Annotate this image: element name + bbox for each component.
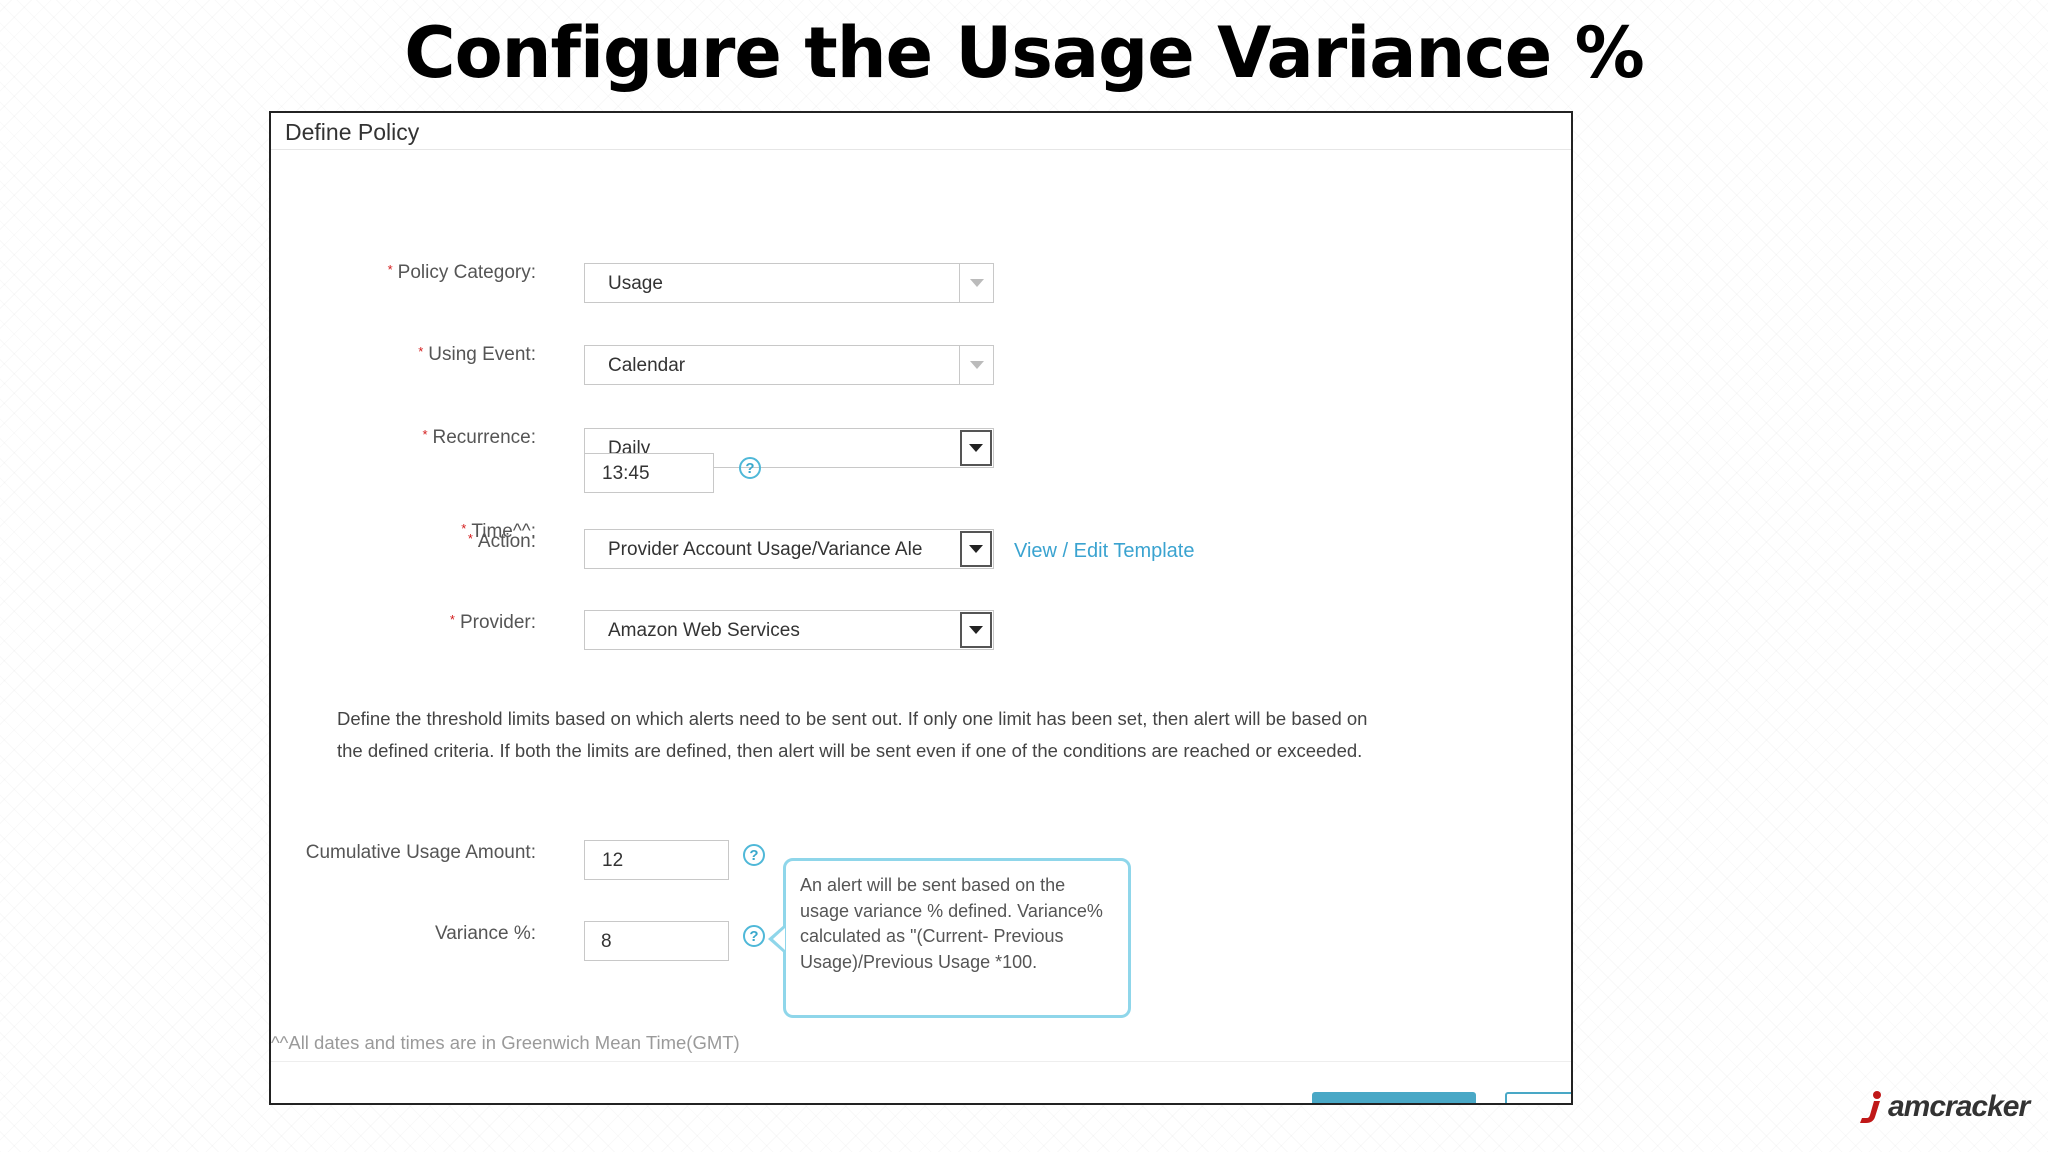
variance-tooltip: An alert will be sent based on the usage… <box>783 858 1131 1018</box>
chevron-down-icon[interactable] <box>960 531 992 567</box>
provider-label: * Provider: <box>449 612 536 633</box>
view-edit-template-link[interactable]: View / Edit Template <box>1014 540 1194 563</box>
using-event-label: * Using Event: <box>418 344 536 365</box>
required-marker: * <box>461 521 467 536</box>
cumulative-usage-label: Cumulative Usage Amount: <box>305 842 536 863</box>
gmt-footnote: ^^All dates and times are in Greenwich M… <box>271 1032 740 1053</box>
define-policy-panel: Define Policy * Policy Category: Usage * U… <box>269 111 1573 1105</box>
action-label: * Action: <box>467 531 536 552</box>
chevron-down-icon[interactable] <box>959 264 993 302</box>
panel-title: Define Policy <box>285 119 420 145</box>
time-input[interactable]: 13:45 <box>584 453 714 493</box>
cancel-button[interactable] <box>1505 1092 1571 1103</box>
cumulative-usage-input[interactable]: 12 <box>584 840 729 880</box>
panel-header: Define Policy <box>271 113 1571 150</box>
help-icon[interactable]: ? <box>743 925 765 947</box>
variance-label: Variance %: <box>434 923 536 944</box>
required-marker: * <box>422 427 428 442</box>
required-marker: * <box>387 262 393 277</box>
required-marker: * <box>467 531 473 546</box>
help-icon[interactable]: ? <box>743 844 765 866</box>
provider-value: Amazon Web Services <box>608 620 800 641</box>
help-icon[interactable]: ? <box>739 457 761 479</box>
policy-category-select[interactable]: Usage <box>584 263 994 303</box>
footer-divider <box>271 1061 1571 1062</box>
save-button[interactable] <box>1312 1092 1476 1103</box>
slide-title: Configure the Usage Variance % <box>404 12 1645 94</box>
chevron-down-icon[interactable] <box>959 346 993 384</box>
chevron-down-icon[interactable] <box>960 430 992 466</box>
action-value: Provider Account Usage/Variance Ale <box>608 539 923 560</box>
variance-input[interactable]: 8 <box>584 921 729 961</box>
tooltip-arrow-inner <box>773 928 785 950</box>
required-marker: * <box>418 344 424 359</box>
jamcracker-logo-icon <box>1860 1091 1881 1123</box>
using-event-value: Calendar <box>608 355 686 376</box>
logo-text: amcracker <box>1888 1090 2030 1123</box>
policy-category-label: * Policy Category: <box>387 262 536 283</box>
required-marker: * <box>449 612 455 627</box>
provider-select[interactable]: Amazon Web Services <box>584 610 994 650</box>
jamcracker-logo: amcracker <box>1858 1090 2030 1124</box>
chevron-down-icon[interactable] <box>960 612 992 648</box>
action-select[interactable]: Provider Account Usage/Variance Ale <box>584 529 994 569</box>
policy-category-value: Usage <box>608 273 663 294</box>
threshold-description: Define the threshold limits based on whi… <box>337 708 1368 761</box>
recurrence-label: * Recurrence: <box>422 427 536 448</box>
using-event-select[interactable]: Calendar <box>584 345 994 385</box>
